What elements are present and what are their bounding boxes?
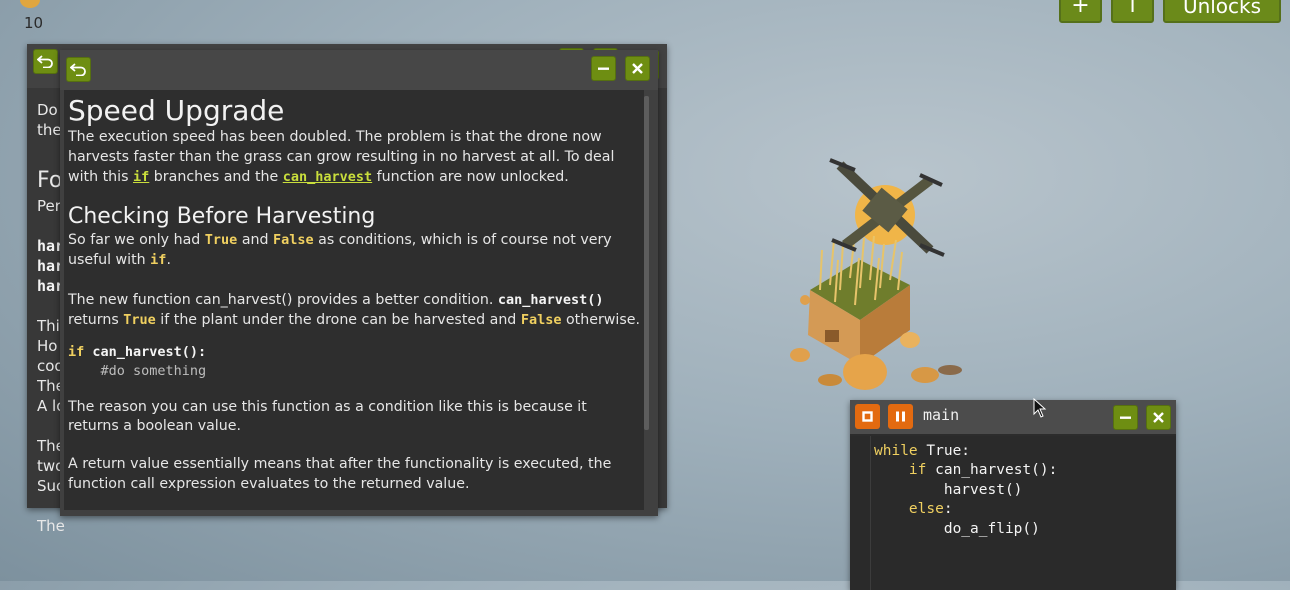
doc-minimize-button[interactable] (591, 56, 616, 81)
info-button[interactable]: i (1111, 0, 1154, 23)
back-arrow-icon (70, 63, 86, 76)
if-link[interactable]: if (133, 169, 149, 185)
doc-paragraph-3: The new function can_harvest() provides … (68, 291, 640, 331)
code-line: if can_harvest(): (874, 461, 1057, 480)
back-arrow-icon (37, 55, 53, 68)
code-keyword: if (874, 462, 927, 479)
code-if-keyword: if (68, 343, 85, 360)
add-button[interactable]: + (1059, 0, 1102, 23)
doc-close-button[interactable] (625, 56, 650, 81)
false-keyword: False (273, 232, 314, 249)
resource-count: 10 (24, 14, 44, 32)
code-window-title: main (923, 406, 960, 424)
doc-paragraph-2: So far we only had True and False as con… (68, 231, 640, 271)
back-window-back-button[interactable] (33, 49, 58, 74)
code-gutter (870, 436, 871, 590)
code-minimize-button[interactable] (1113, 405, 1138, 430)
doc-paragraph-4: The reason you can use this function as … (68, 398, 587, 435)
code-keyword: else (874, 501, 944, 518)
code-comment: #do something (68, 363, 207, 380)
doc-heading-2: Checking Before Harvesting (68, 204, 376, 230)
can-harvest-link[interactable]: can_harvest (283, 169, 372, 185)
code-line: harvest() (874, 481, 1057, 500)
code-window: main while True: if can_harvest(): harve… (850, 400, 1176, 590)
coin-icon (20, 0, 40, 8)
can-harvest-code: can_harvest() (497, 291, 604, 308)
p3-text-a: The new function can_harvest() provides … (68, 291, 498, 308)
code-line: else: (874, 500, 1057, 519)
true-keyword: True (123, 311, 156, 328)
doc-body[interactable]: Speed Upgrade The execution speed has be… (64, 90, 644, 510)
code-editor[interactable]: while True: if can_harvest(): harvest() … (850, 436, 1176, 590)
doc-title: Speed Upgrade (68, 94, 285, 127)
close-icon (632, 63, 643, 74)
code-text: harvest() (874, 481, 1023, 498)
p1-text-c: function are now unlocked. (372, 168, 569, 185)
code-lines: while True: if can_harvest(): harvest() … (874, 442, 1057, 539)
doc-paragraph-1: The execution speed has been doubled. Th… (68, 128, 640, 187)
code-text: do_a_flip() (874, 520, 1040, 537)
true-keyword: True (204, 232, 238, 249)
code-keyword: while (874, 443, 918, 459)
code-line-1: if can_harvest(): (68, 343, 640, 363)
p3-text-c: if the plant under the drone can be harv… (155, 311, 521, 328)
p2-text-d: . (166, 252, 171, 269)
code-line: do_a_flip() (874, 520, 1057, 539)
false-keyword: False (520, 311, 562, 328)
mouse-cursor-icon (1033, 398, 1047, 418)
stop-icon (862, 411, 873, 422)
doc-window-header (60, 50, 658, 90)
doc-scrollbar[interactable] (644, 96, 649, 430)
farm-scene (790, 158, 962, 390)
code-text: : (943, 501, 953, 518)
code-call: can_harvest(): (84, 343, 207, 360)
doc-paragraph-5: A return value essentially means that af… (68, 456, 612, 492)
code-line: while True: (874, 442, 1057, 461)
code-text: can_harvest(): (926, 462, 1058, 479)
minimize-icon (598, 67, 609, 70)
doc-back-button[interactable] (66, 57, 91, 82)
pause-button[interactable] (888, 404, 913, 429)
back-text-line: The (37, 517, 65, 535)
stop-button[interactable] (855, 404, 880, 429)
p1-text-b: branches and the (149, 168, 283, 185)
doc-content: Speed Upgrade The execution speed has be… (68, 94, 640, 495)
add-label: + (1071, 0, 1090, 18)
pause-icon (896, 411, 905, 422)
p2-text-b: and (237, 232, 274, 249)
code-close-button[interactable] (1146, 405, 1171, 430)
if-keyword: if (150, 252, 167, 269)
info-label: i (1129, 0, 1136, 18)
p3-text-b: returns (68, 311, 124, 328)
unlocks-button[interactable]: Unlocks (1163, 0, 1281, 23)
doc-window: Speed Upgrade The execution speed has be… (60, 50, 658, 516)
code-text: True: (917, 443, 971, 459)
doc-code-example: if can_harvest(): #do something (68, 343, 640, 382)
p2-text-a: So far we only had (68, 232, 205, 249)
crop-block (808, 231, 910, 365)
close-icon (1153, 412, 1164, 423)
p3-text-d: otherwise. (561, 311, 640, 328)
minimize-icon (1120, 416, 1131, 419)
unlocks-label: Unlocks (1182, 0, 1262, 18)
